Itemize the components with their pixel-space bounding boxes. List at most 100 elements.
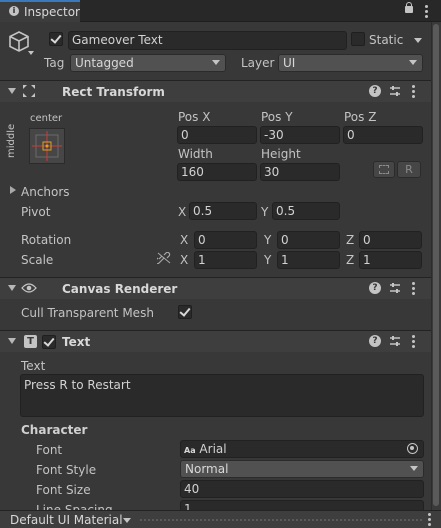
fold-arrow-icon (8, 88, 16, 94)
preset-sliders-icon[interactable] (389, 282, 401, 294)
raw-edit-button[interactable]: R (397, 161, 421, 178)
fold-arrow-icon (8, 285, 16, 291)
rect-transform-header[interactable]: Rect Transform ? (0, 80, 431, 102)
material-dropdown-arrow-icon[interactable] (123, 518, 131, 523)
info-icon: i (9, 6, 19, 16)
height-label: Height (261, 147, 301, 161)
static-label: Static (369, 33, 404, 47)
scale-z-axis: Z (346, 253, 355, 267)
pos-y-input[interactable]: -30 (260, 126, 340, 144)
rect-transform-icon (23, 85, 35, 97)
gameobject-cube-icon (9, 31, 29, 52)
pivot-x-axis: X (178, 205, 187, 219)
scale-y-input[interactable]: 1 (277, 251, 340, 269)
layer-label: Layer (241, 56, 275, 70)
static-checkbox[interactable] (351, 32, 365, 46)
tag-value: Untagged (75, 56, 134, 70)
help-icon[interactable]: ? (369, 282, 381, 294)
scale-x-axis: X (180, 253, 189, 267)
scale-y-axis: Y (264, 253, 272, 267)
constrain-proportions-link-icon[interactable] (157, 252, 171, 264)
static-dropdown-arrow[interactable] (414, 38, 422, 43)
tab-menu-icon[interactable] (425, 5, 428, 20)
text-label: Text (21, 359, 46, 373)
cull-transparent-mesh-label: Cull Transparent Mesh (21, 306, 154, 320)
rotation-label: Rotation (21, 233, 72, 247)
pivot-y-input[interactable]: 0.5 (272, 202, 340, 220)
cull-transparent-mesh-checkbox[interactable] (178, 305, 192, 319)
material-dropdown[interactable]: Default UI Material (10, 513, 123, 527)
preset-sliders-icon[interactable] (389, 335, 401, 347)
pos-z-label: Pos Z (344, 110, 377, 124)
rot-z-axis: Z (346, 233, 355, 247)
font-style-value: Normal (185, 462, 229, 476)
rot-y-axis: Y (264, 233, 272, 247)
anchor-presets-button[interactable] (29, 128, 65, 164)
help-icon[interactable]: ? (369, 335, 381, 347)
chevron-down-icon (409, 60, 417, 65)
pos-z-input[interactable]: 0 (343, 126, 423, 144)
pivot-x-input[interactable]: 0.5 (189, 202, 257, 220)
pivot-label: Pivot (21, 205, 51, 219)
canvas-renderer-title: Canvas Renderer (62, 282, 178, 296)
font-size-input[interactable]: 40 (180, 480, 424, 498)
text-component-icon: T (24, 335, 37, 348)
font-style-dropdown[interactable]: Normal (180, 460, 424, 478)
tab-inspector[interactable]: i Inspector (0, 0, 80, 22)
font-label: Font (36, 443, 63, 457)
active-checkbox[interactable] (49, 32, 63, 46)
anchors-fold-icon[interactable] (10, 186, 16, 194)
rot-z-input[interactable]: 0 (359, 231, 422, 249)
height-input[interactable]: 30 (260, 163, 340, 181)
tab-title: Inspector (24, 5, 80, 19)
pos-y-label: Pos Y (261, 110, 293, 124)
character-section-label: Character (21, 423, 88, 437)
rot-y-input[interactable]: 0 (277, 231, 340, 249)
anchor-center-icon (32, 131, 62, 161)
raw-edit-label: R (405, 163, 413, 176)
lock-shackle (406, 2, 412, 8)
scale-z-input[interactable]: 1 (359, 251, 422, 269)
icon-dropdown-arrow[interactable] (28, 51, 34, 55)
text-component-header[interactable]: T Text ? (0, 330, 431, 352)
component-menu-icon[interactable] (412, 282, 415, 297)
anchor-v-label: middle (6, 123, 17, 158)
anchors-label[interactable]: Anchors (21, 185, 70, 199)
footer-menu-icon[interactable] (428, 513, 431, 528)
eye-icon (21, 283, 37, 293)
pos-x-input[interactable]: 0 (177, 126, 257, 144)
help-icon[interactable]: ? (369, 85, 381, 97)
object-name-input[interactable]: Gameover Text (68, 31, 347, 50)
text-enabled-checkbox[interactable] (42, 335, 56, 349)
width-label: Width (178, 147, 213, 161)
material-label: Default UI Material (10, 513, 123, 527)
width-input[interactable]: 160 (177, 163, 257, 181)
font-style-label: Font Style (36, 463, 97, 477)
text-area[interactable]: Press R to Restart (20, 374, 424, 417)
scale-label: Scale (21, 253, 54, 267)
anchor-h-label: center (30, 113, 63, 124)
scrollbar-thumb[interactable] (433, 24, 439, 506)
rect-transform-title: Rect Transform (62, 85, 165, 99)
component-menu-icon[interactable] (412, 85, 415, 100)
tag-dropdown[interactable]: Untagged (70, 54, 226, 72)
canvas-renderer-header[interactable]: Canvas Renderer ? (0, 277, 431, 299)
font-size-label: Font Size (36, 483, 91, 497)
tag-label: Tag (44, 56, 65, 70)
rot-x-input[interactable]: 0 (194, 231, 257, 249)
fold-arrow-icon (8, 338, 16, 344)
text-component-title: Text (62, 335, 91, 349)
layer-dropdown[interactable]: UI (278, 54, 423, 72)
object-picker-icon[interactable] (407, 443, 418, 454)
footer-divider-handle[interactable] (140, 519, 422, 521)
scale-x-input[interactable]: 1 (194, 251, 257, 269)
chevron-down-icon (212, 60, 220, 65)
pos-x-label: Pos X (178, 110, 211, 124)
blueprint-icon (379, 165, 389, 174)
layer-value: UI (283, 56, 296, 70)
font-asset-icon: Aa (184, 446, 196, 455)
preset-sliders-icon[interactable] (389, 85, 401, 97)
component-menu-icon[interactable] (412, 335, 415, 350)
font-object-field[interactable]: Aa Arial (180, 440, 424, 458)
blueprint-mode-button[interactable] (373, 161, 395, 178)
